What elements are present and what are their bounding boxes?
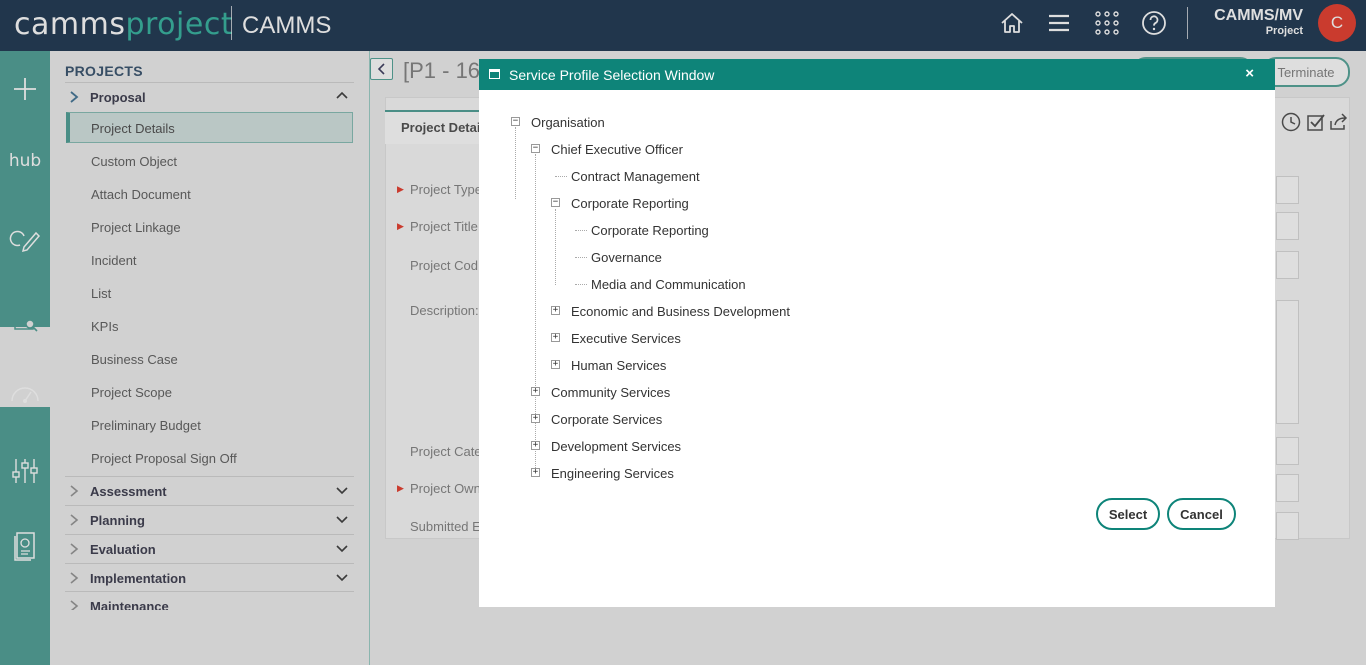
tree-connector [575,257,587,258]
tree-node-contract-management[interactable]: Contract Management [571,169,700,184]
window-icon [489,69,500,79]
expand-toggle-icon[interactable]: + [531,387,540,396]
collapse-toggle-icon[interactable]: − [551,198,560,207]
collapse-toggle-icon[interactable]: − [511,117,520,126]
tree-node-corporate-reporting[interactable]: Corporate Reporting [571,196,689,211]
tree-node-corporate-services[interactable]: Corporate Services [551,412,662,427]
tree-node-community-services[interactable]: Community Services [551,385,670,400]
tree-node-engineering-services[interactable]: Engineering Services [551,466,674,481]
tree-connector [575,284,587,285]
tree-node-human-services[interactable]: Human Services [571,358,666,373]
select-button[interactable]: Select [1096,498,1160,530]
tree-node-economic-business[interactable]: Economic and Business Development [571,304,790,319]
close-icon[interactable]: × [1245,65,1254,82]
expand-toggle-icon[interactable]: + [551,333,560,342]
tree-node-corporate-reporting-child[interactable]: Corporate Reporting [591,223,709,238]
expand-toggle-icon[interactable]: + [551,360,560,369]
expand-toggle-icon[interactable]: + [551,306,560,315]
expand-toggle-icon[interactable]: + [531,468,540,477]
tree-connector [535,154,536,474]
tree-node-governance[interactable]: Governance [591,250,662,265]
modal-title: Service Profile Selection Window [509,67,715,83]
tree-connector [555,176,567,177]
modal-header: Service Profile Selection Window × [479,59,1275,90]
tree-node-media-communication[interactable]: Media and Communication [591,277,746,292]
service-profile-modal: Service Profile Selection Window × − Org… [479,59,1275,607]
collapse-toggle-icon[interactable]: − [531,144,540,153]
cancel-button[interactable]: Cancel [1167,498,1236,530]
tree-connector [555,209,556,285]
tree-node-development-services[interactable]: Development Services [551,439,681,454]
tree-node-organisation[interactable]: Organisation [531,115,605,130]
tree-node-ceo[interactable]: Chief Executive Officer [551,142,683,157]
tree-connector [575,230,587,231]
tree-connector [515,127,516,199]
expand-toggle-icon[interactable]: + [531,414,540,423]
expand-toggle-icon[interactable]: + [531,441,540,450]
tree-node-executive-services[interactable]: Executive Services [571,331,681,346]
